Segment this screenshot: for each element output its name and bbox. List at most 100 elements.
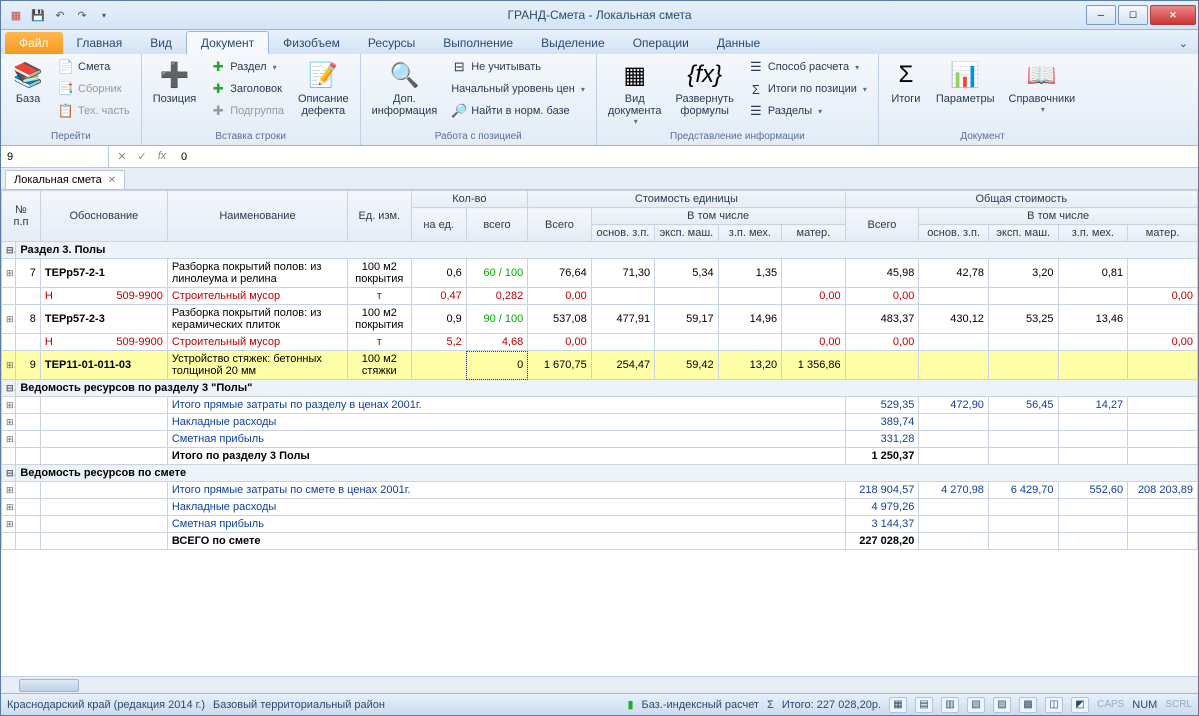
summary-row[interactable]: ⊞Накладные расходы4 979,26 — [2, 499, 1198, 516]
section-row[interactable]: ⊟Ведомость ресурсов по разделу 3 "Полы" — [2, 380, 1198, 397]
tab-view[interactable]: Вид — [136, 32, 186, 54]
razdely-button[interactable]: ☰Разделы▾ — [743, 100, 872, 122]
col-osn[interactable]: Обоснование — [40, 191, 167, 242]
position-button[interactable]: ➕ Позиция — [148, 56, 202, 108]
name-box[interactable]: 9 — [1, 146, 109, 167]
section-row[interactable]: ⊟Раздел 3. Полы — [2, 242, 1198, 259]
save-icon[interactable]: 💾 — [29, 6, 47, 24]
skip-button[interactable]: ⊟Не учитывать — [446, 56, 590, 78]
redo-icon[interactable]: ↷ — [73, 6, 91, 24]
base-button[interactable]: 📚 База — [7, 56, 49, 108]
view4-button[interactable]: ▧ — [967, 697, 985, 713]
col-tmat[interactable]: матер. — [1128, 225, 1198, 242]
summary-row[interactable]: ⊞Итого прямые затраты по разделу в ценах… — [2, 397, 1198, 414]
qat-more-icon[interactable]: ▾ — [95, 6, 113, 24]
col-em[interactable]: эксп. маш. — [655, 225, 718, 242]
tab-file[interactable]: Файл — [5, 32, 63, 54]
cancel-icon[interactable]: ✕ — [113, 150, 131, 163]
tab-resources[interactable]: Ресурсы — [354, 32, 429, 54]
view5-button[interactable]: ▨ — [993, 697, 1011, 713]
view7-button[interactable]: ◫ — [1045, 697, 1063, 713]
tab-selection[interactable]: Выделение — [527, 32, 619, 54]
section-row[interactable]: ⊟Ведомость ресурсов по смете — [2, 465, 1198, 482]
col-tvtom[interactable]: В том числе — [919, 208, 1198, 225]
active-cell[interactable]: 0 — [466, 351, 527, 380]
sprav-button[interactable]: 📖 Справочники▾ — [1004, 56, 1081, 117]
table-row[interactable]: ⊞⊞ 7 ТЕРр57-2-1 Разборка покрытий полов:… — [2, 259, 1198, 288]
tab-document[interactable]: Документ — [186, 31, 269, 54]
summary-row[interactable]: ⊞Сметная прибыль3 144,37 — [2, 516, 1198, 533]
minimize-button[interactable]: ─ — [1086, 5, 1116, 25]
grand-total-row[interactable]: ВСЕГО по смете227 028,20 — [2, 533, 1198, 550]
col-oszp[interactable]: основ. з.п. — [591, 225, 654, 242]
razdel-button[interactable]: ✚Раздел▾ — [205, 56, 289, 78]
col-vtom[interactable]: В том числе — [591, 208, 845, 225]
view6-button[interactable]: ▩ — [1019, 697, 1037, 713]
summary-row[interactable]: ⊞Сметная прибыль331,28 — [2, 431, 1198, 448]
col-naed[interactable]: на ед. — [411, 208, 466, 242]
expand-icon[interactable]: ⊞⊞ — [2, 351, 16, 380]
horizontal-scrollbar[interactable] — [1, 676, 1198, 693]
waste-row[interactable]: Н509-9900 Строительный мусор т 0,47 0,28… — [2, 288, 1198, 305]
findnorm-button[interactable]: 🔎Найти в норм. базе — [446, 100, 590, 122]
undo-icon[interactable]: ↶ — [51, 6, 69, 24]
calcmethod-button[interactable]: ☰Способ расчета▾ — [743, 56, 872, 78]
zagolovok-button[interactable]: ✚Заголовок — [205, 78, 289, 100]
col-naim[interactable]: Наименование — [167, 191, 347, 242]
itogipoz-button[interactable]: ΣИтоги по позиции▾ — [743, 78, 872, 100]
level-button[interactable]: Начальный уровень цен▾ — [446, 78, 590, 100]
formula-input[interactable] — [175, 151, 1198, 163]
tab-home[interactable]: Главная — [63, 32, 137, 54]
col-obst[interactable]: Общая стоимость — [845, 191, 1197, 208]
close-icon[interactable]: ✕ — [108, 175, 116, 186]
summary-row[interactable]: ⊞Накладные расходы389,74 — [2, 414, 1198, 431]
waste-row[interactable]: Н509-9900 Строительный мусор т 5,2 4,68 … — [2, 334, 1198, 351]
total-row[interactable]: Итого по разделу 3 Полы1 250,37 — [2, 448, 1198, 465]
col-ed[interactable]: Ед. изм. — [348, 191, 411, 242]
estimate-grid[interactable]: № п.п Обоснование Наименование Ед. изм. … — [1, 190, 1198, 550]
col-vsego[interactable]: всего — [466, 208, 527, 242]
col-npp[interactable]: № п.п — [2, 191, 41, 242]
smeta-button[interactable]: 📄Смета — [53, 56, 135, 78]
ribbon-collapse-icon[interactable]: ⌄ — [1169, 33, 1198, 54]
selected-row[interactable]: ⊞⊞ 9 ТЕР11-01-011-03 Устройство стяжек: … — [2, 351, 1198, 380]
tab-physvolume[interactable]: Физобъем — [269, 32, 354, 54]
maximize-button[interactable]: ☐ — [1118, 5, 1148, 25]
doc-tab[interactable]: Локальная смета ✕ — [5, 170, 125, 189]
tab-operations[interactable]: Операции — [619, 32, 703, 54]
col-tzpm[interactable]: з.п. мех. — [1058, 225, 1128, 242]
table-row[interactable]: ⊞⊞ 8 ТЕРр57-2-3 Разборка покрытий полов:… — [2, 305, 1198, 334]
view1-button[interactable]: ▦ — [889, 697, 907, 713]
collapse-icon[interactable]: ⊟ — [2, 465, 16, 482]
status-calc[interactable]: Баз.-индексный расчет — [642, 699, 759, 711]
collapse-icon[interactable]: ⊟ — [2, 380, 16, 397]
view8-button[interactable]: ◩ — [1071, 697, 1089, 713]
col-tvsego[interactable]: Всего — [845, 208, 919, 242]
col-zpm[interactable]: з.п. мех. — [718, 225, 781, 242]
col-stued[interactable]: Стоимость единицы — [528, 191, 845, 208]
col-toszp[interactable]: основ. з.п. — [919, 225, 989, 242]
scrollbar-thumb[interactable] — [19, 679, 79, 692]
expand-icon[interactable]: ⊞⊞ — [2, 259, 16, 288]
tab-execution[interactable]: Выполнение — [429, 32, 527, 54]
itogi-button[interactable]: Σ Итоги — [885, 56, 927, 108]
fx-icon[interactable]: fx — [153, 150, 171, 163]
col-kolvo[interactable]: Кол-во — [411, 191, 528, 208]
col-tem[interactable]: эксп. маш. — [988, 225, 1058, 242]
close-button[interactable]: ✕ — [1150, 5, 1196, 25]
collapse-icon[interactable]: ⊟ — [2, 242, 16, 259]
col-vsego2[interactable]: Всего — [528, 208, 591, 242]
app-icon[interactable]: ▦ — [7, 6, 25, 24]
params-button[interactable]: 📊 Параметры — [931, 56, 1000, 108]
status-total[interactable]: Итого: 227 028,20р. — [782, 699, 881, 711]
col-mat[interactable]: матер. — [782, 225, 846, 242]
view3-button[interactable]: ▥ — [941, 697, 959, 713]
viewdoc-button[interactable]: ▦ Вид документа▾ — [603, 56, 667, 129]
accept-icon[interactable]: ✓ — [133, 150, 151, 163]
dopinfo-button[interactable]: 🔍 Доп. информация — [367, 56, 443, 120]
expand-button[interactable]: {fx} Развернуть формулы — [671, 56, 739, 120]
tab-data[interactable]: Данные — [703, 32, 774, 54]
summary-row[interactable]: ⊞Итого прямые затраты по смете в ценах 2… — [2, 482, 1198, 499]
view2-button[interactable]: ▤ — [915, 697, 933, 713]
expand-icon[interactable]: ⊞⊞ — [2, 305, 16, 334]
